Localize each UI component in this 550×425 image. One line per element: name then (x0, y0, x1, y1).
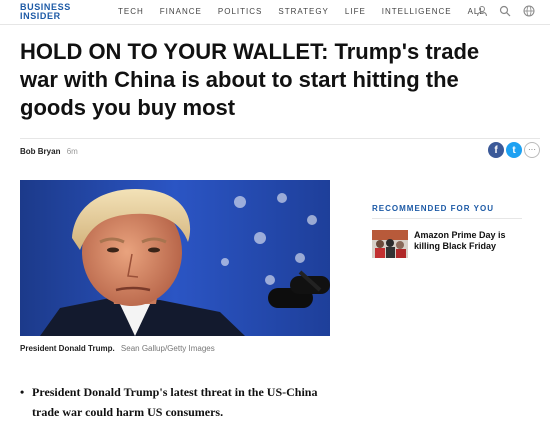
search-icon[interactable] (499, 5, 511, 17)
business-insider-logo[interactable]: BUSINESS INSIDER (20, 3, 71, 21)
author-name[interactable]: Bob Bryan (20, 147, 60, 156)
nav-tech[interactable]: TECH (118, 7, 144, 16)
recommended-divider (372, 218, 522, 219)
main-nav: TECH FINANCE POLITICS STRATEGY LIFE INTE… (118, 7, 501, 16)
twitter-share-button[interactable]: t (506, 142, 522, 158)
site-header: BUSINESS INSIDER TECH FINANCE POLITICS S… (0, 0, 550, 25)
recommended-item[interactable]: Amazon Prime Day is killing Black Friday (372, 230, 532, 260)
byline: Bob Bryan 6m (20, 147, 78, 156)
publish-time: 6m (66, 147, 78, 156)
hero-image (20, 180, 330, 336)
more-share-button[interactable]: ··· (524, 142, 540, 158)
logo-line-2: INSIDER (20, 11, 61, 21)
more-icon: ··· (528, 145, 536, 154)
photo-credit: Sean Gallup/Getty Images (120, 344, 215, 353)
user-icon[interactable] (476, 5, 488, 17)
image-caption: President Donald Trump. Sean Gallup/Gett… (20, 344, 215, 353)
nav-intelligence[interactable]: INTELLIGENCE (382, 7, 452, 16)
share-buttons: f t ··· (488, 142, 540, 158)
shopping-crowd-thumbnail (372, 230, 408, 258)
nav-strategy[interactable]: STRATEGY (278, 7, 329, 16)
trump-portrait-photo (20, 180, 330, 336)
nav-life[interactable]: LIFE (345, 7, 366, 16)
recommended-heading: RECOMMENDED FOR YOU (372, 204, 494, 213)
byline-row: Bob Bryan 6m f t ··· (20, 138, 540, 163)
caption-text: President Donald Trump. (20, 344, 115, 353)
article-summary-bullets: President Donald Trump's latest threat i… (20, 382, 330, 422)
nav-finance[interactable]: FINANCE (160, 7, 202, 16)
recommended-thumbnail (372, 230, 408, 258)
facebook-icon: f (494, 144, 498, 156)
twitter-icon: t (512, 144, 516, 156)
article-headline: HOLD ON TO YOUR WALLET: Trump's trade wa… (20, 39, 480, 120)
globe-icon[interactable] (523, 5, 535, 17)
facebook-share-button[interactable]: f (488, 142, 504, 158)
summary-bullet: President Donald Trump's latest threat i… (20, 382, 330, 422)
recommended-title: Amazon Prime Day is killing Black Friday (414, 230, 506, 251)
nav-politics[interactable]: POLITICS (218, 7, 262, 16)
